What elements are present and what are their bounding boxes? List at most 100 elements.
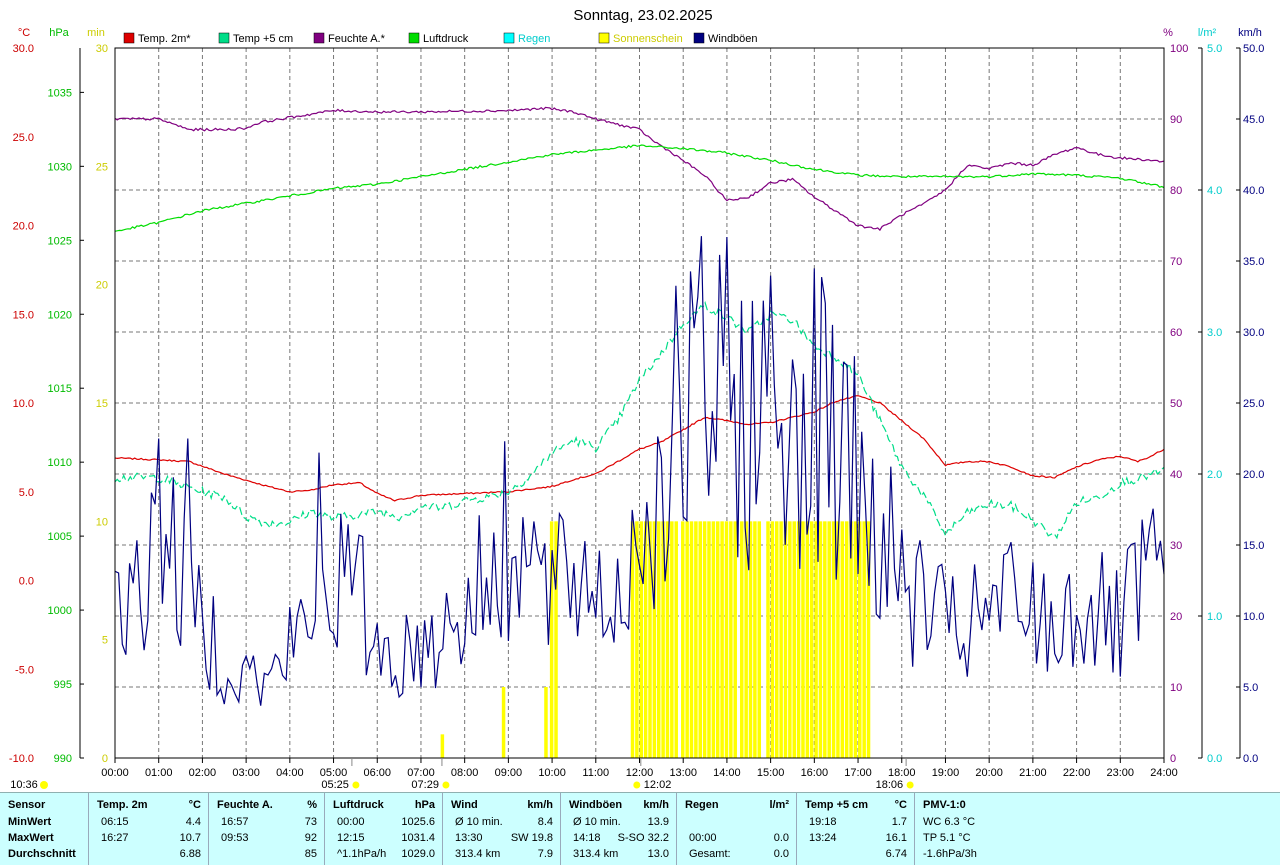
humidity-tick-label: 70 <box>1170 256 1182 268</box>
x-tick-label: 00:00 <box>101 767 129 779</box>
temp-tick-label: -5.0 <box>15 664 34 676</box>
sunshine-bar <box>853 521 858 758</box>
row-value: TP 5.1 °C <box>923 832 971 844</box>
pressure-tick-label: 995 <box>54 679 72 691</box>
legend-label: Feuchte A.* <box>328 33 386 45</box>
sunshine-bar <box>724 521 729 758</box>
legend-label: Regen <box>518 33 550 45</box>
humidity-tick-label: 30 <box>1170 540 1182 552</box>
x-tick-label: 06:00 <box>363 767 391 779</box>
sun-marker <box>633 781 641 789</box>
sunshine-tick-label: 30 <box>96 43 108 55</box>
sunshine-bar <box>766 521 770 758</box>
row-value: 1.7 <box>891 816 907 828</box>
humidity-tick-label: 100 <box>1170 43 1188 55</box>
sunshine-bar <box>702 521 707 758</box>
row-label: Ø 10 min. <box>455 816 503 828</box>
x-tick-label: 22:00 <box>1063 767 1091 779</box>
x-tick-label: 04:00 <box>276 767 304 779</box>
row-label: 12:15 <box>337 832 365 844</box>
column-title: Temp. 2m <box>97 799 148 811</box>
table-column: Feuchte A.% 16:57 73 09:53 92 85 <box>208 793 325 865</box>
wind-tick-label: 35.0 <box>1243 256 1264 268</box>
row-value: 6.88 <box>179 848 201 860</box>
column-title: PMV-1:0 <box>923 799 966 811</box>
rain-unit-label: l/m² <box>1198 27 1217 39</box>
column-unit: °C <box>894 799 907 811</box>
humidity-tick-label: 50 <box>1170 398 1182 410</box>
legend-swatch <box>503 32 515 44</box>
row-label: 19:18 <box>809 816 837 828</box>
table-column: Temp +5 cm °C 19:18 1.7 13:24 16.1 6.74 <box>796 793 915 865</box>
sunshine-bar <box>648 521 652 758</box>
wind-tick-label: 20.0 <box>1243 469 1264 481</box>
x-tick-label: 18:00 <box>888 767 916 779</box>
row-value: S-SO 32.2 <box>617 832 669 844</box>
humidity-tick-label: 10 <box>1170 682 1182 694</box>
sunshine-bar <box>770 521 775 758</box>
humidity-tick-label: 0 <box>1170 753 1176 765</box>
temp-tick-label: 25.0 <box>13 132 34 144</box>
row-label: 313.4 km <box>573 848 619 860</box>
rain-tick-label: 4.0 <box>1207 185 1222 197</box>
table-column: Windböen km/h Ø 10 min. 13.9 14:18 S-SO 32.2 3… <box>560 793 677 865</box>
legend-swatch <box>123 32 135 44</box>
humidity-tick-label: 80 <box>1170 185 1182 197</box>
sunshine-bar <box>715 521 720 758</box>
sunshine-unit-label: min <box>87 27 105 39</box>
x-tick-label: 21:00 <box>1019 767 1047 779</box>
row-value: 16.1 <box>885 832 907 844</box>
row-value: 6.74 <box>885 848 907 860</box>
pressure-tick-label: 1015 <box>48 383 72 395</box>
x-tick-label: 12:00 <box>626 767 654 779</box>
column-unit: °C <box>188 799 201 811</box>
rain-tick-label: 0.0 <box>1207 753 1222 765</box>
chart-title: Sonntag, 23.02.2025 <box>573 7 712 24</box>
sunshine-bar <box>670 521 674 758</box>
sunshine-tick-label: 25 <box>96 161 108 173</box>
sunshine-bar <box>779 521 783 758</box>
x-tick-label: 19:00 <box>932 767 960 779</box>
pressure-tick-label: 1020 <box>48 309 72 321</box>
x-tick-label: 01:00 <box>145 767 173 779</box>
row-value: 1029.0 <box>401 848 435 860</box>
row-value: SW 19.8 <box>510 832 553 844</box>
column-title: Sensor <box>8 799 46 811</box>
column-unit: km/h <box>527 799 553 811</box>
humidity-tick-label: 40 <box>1170 469 1182 481</box>
sunshine-bar <box>862 521 866 758</box>
column-title: Wind <box>451 799 478 811</box>
legend-swatch <box>218 32 230 44</box>
column-title: Regen <box>685 799 719 811</box>
statistics-table: Sensor MinWert MaxWert Durchschnitt Temp. 2m… <box>0 792 1280 865</box>
x-tick-label: 15:00 <box>757 767 785 779</box>
pressure-tick-label: 1035 <box>48 87 72 99</box>
sunshine-bar <box>809 521 814 758</box>
sunshine-bar <box>814 521 818 758</box>
sunshine-bar <box>792 521 796 758</box>
wind-tick-label: 5.0 <box>1243 682 1258 694</box>
column-title: Windböen <box>569 799 623 811</box>
row-label: 14:18 <box>573 832 601 844</box>
humidity-tick-label: 20 <box>1170 611 1182 623</box>
sunshine-tick-label: 20 <box>96 280 108 292</box>
row-label: 06:15 <box>101 816 129 828</box>
x-tick-label: 17:00 <box>844 767 872 779</box>
sunshine-bar <box>827 521 831 758</box>
sunshine-bar <box>740 521 744 758</box>
legend-swatch <box>598 32 610 44</box>
row-value: WC 6.3 °C <box>923 816 976 828</box>
row-label: 00:00 <box>689 832 717 844</box>
legend-swatch <box>408 32 420 44</box>
pressure-tick-label: 1005 <box>48 531 72 543</box>
x-tick-label: 11:00 <box>582 767 609 779</box>
wind-tick-label: 10.0 <box>1243 611 1264 623</box>
pressure-unit-label: hPa <box>49 27 69 39</box>
sunshine-bar <box>694 521 698 758</box>
row-label: 13:30 <box>455 832 483 844</box>
row-value: 73 <box>304 816 317 828</box>
sunshine-bar <box>681 521 685 758</box>
sun-marker <box>442 781 450 789</box>
sunshine-bar <box>823 521 827 758</box>
marker-time-label: 07:29 <box>411 779 439 791</box>
